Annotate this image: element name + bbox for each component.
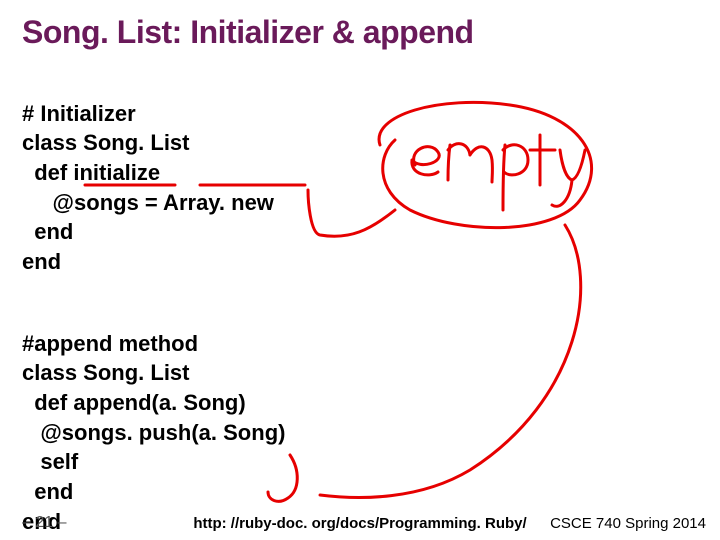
code-line: def initialize [22, 160, 160, 185]
footer-course: CSCE 740 Spring 2014 [550, 515, 706, 532]
code-line: @songs. push(a. Song) [22, 420, 285, 445]
code-line: def append(a. Song) [22, 390, 246, 415]
code-line: end [22, 249, 61, 274]
code-line: # Initializer [22, 101, 136, 126]
slide-title: Song. List: Initializer & append [22, 14, 698, 51]
spacer [22, 277, 698, 299]
code-line: end [22, 219, 73, 244]
footer-url: http: //ruby-doc. org/docs/Programming. … [193, 515, 526, 532]
page-number: – 21 – [22, 514, 66, 532]
code-line: @songs = Array. new [22, 190, 274, 215]
initializer-code: # Initializer class Song. List def initi… [22, 69, 698, 277]
code-line: #append method [22, 331, 198, 356]
code-line: class Song. List [22, 130, 190, 155]
append-code: #append method class Song. List def appe… [22, 299, 698, 537]
code-line: class Song. List [22, 360, 190, 385]
code-line: self [22, 449, 78, 474]
slide-container: Song. List: Initializer & append # Initi… [0, 0, 720, 540]
code-line: end [22, 479, 73, 504]
